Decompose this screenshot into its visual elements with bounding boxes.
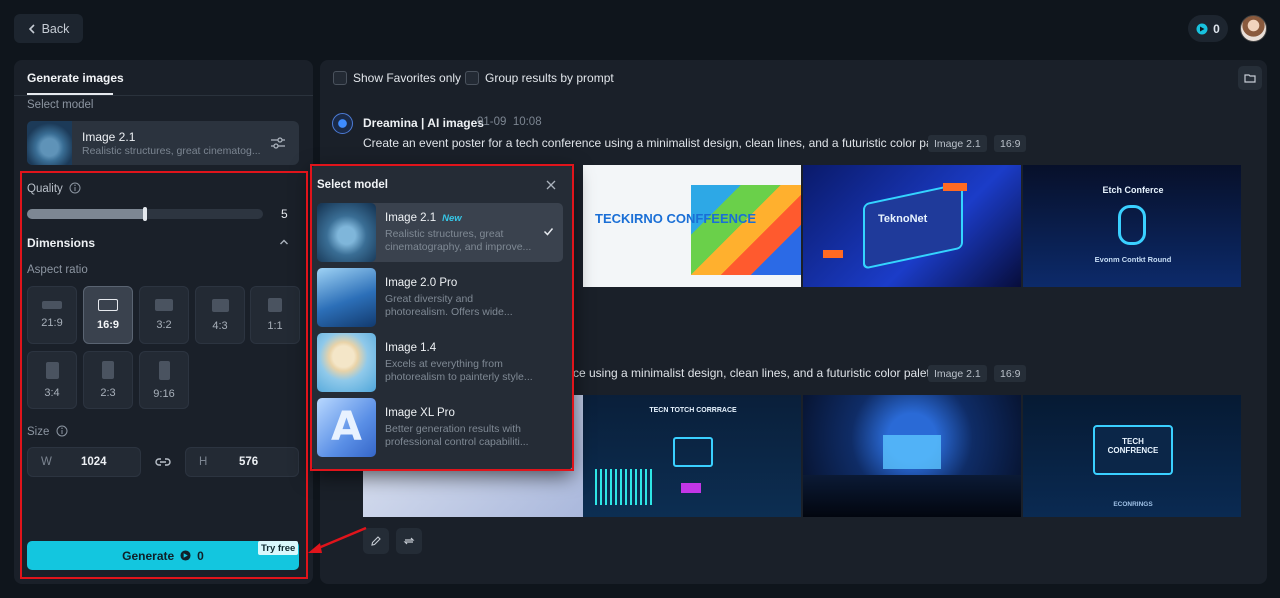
tab-generate-images[interactable]: Generate images xyxy=(27,71,124,85)
regenerate-button[interactable] xyxy=(396,528,422,554)
tab-divider xyxy=(14,95,313,96)
model-name: Image 2.1 xyxy=(82,130,136,144)
dreamina-logo xyxy=(332,113,353,134)
back-button[interactable]: Back xyxy=(14,14,83,43)
model-tag: Image 2.1 xyxy=(928,135,987,152)
ratio-tag: 16:9 xyxy=(994,365,1027,382)
result-image[interactable]: TECH CONFRENCE ECONRINGS xyxy=(1023,395,1241,517)
prompt-text-2: ce using a minimalist design, clean line… xyxy=(573,366,944,380)
highlight-box-popup xyxy=(310,164,574,471)
timestamp: 01-09 10:08 xyxy=(477,116,542,128)
pencil-icon xyxy=(371,536,381,546)
ratio-tag: 16:9 xyxy=(994,135,1027,152)
result-image[interactable]: TECN TOTCH CORRRACE xyxy=(583,395,801,517)
select-model-label: Select model xyxy=(27,99,94,111)
result-image[interactable]: Etch Conferce Evonm Contkt Round xyxy=(1023,165,1241,287)
result-image[interactable]: TECKIRNO CONFFEENCE xyxy=(583,165,801,287)
refresh-icon xyxy=(403,537,415,545)
back-label: Back xyxy=(41,21,70,36)
credits-badge[interactable]: 0 xyxy=(1188,15,1228,42)
avatar[interactable] xyxy=(1240,15,1267,42)
model-thumbnail xyxy=(27,121,72,165)
chevron-left-icon xyxy=(28,23,35,34)
show-favorites-checkbox[interactable] xyxy=(333,71,347,85)
tab-active-indicator xyxy=(27,93,113,95)
credit-icon xyxy=(1196,23,1208,34)
group-by-prompt-checkbox[interactable] xyxy=(465,71,479,85)
model-description: Realistic structures, great cinematog... xyxy=(82,145,261,157)
result-image[interactable]: TeknoNet xyxy=(803,165,1021,287)
folder-button[interactable] xyxy=(1238,66,1262,90)
sliders-icon[interactable] xyxy=(270,136,286,150)
group-by-prompt-label[interactable]: Group results by prompt xyxy=(485,71,614,85)
result-image[interactable] xyxy=(803,395,1021,517)
folder-icon xyxy=(1244,74,1256,83)
annotation-arrow-icon xyxy=(308,526,367,553)
prompt-text: Create an event poster for a tech confer… xyxy=(363,136,959,150)
credits-count: 0 xyxy=(1213,21,1220,36)
show-favorites-label[interactable]: Show Favorites only xyxy=(353,71,461,85)
brand-name: Dreamina | AI images xyxy=(363,116,484,130)
model-tag: Image 2.1 xyxy=(928,365,987,382)
highlight-box-settings xyxy=(20,171,308,579)
